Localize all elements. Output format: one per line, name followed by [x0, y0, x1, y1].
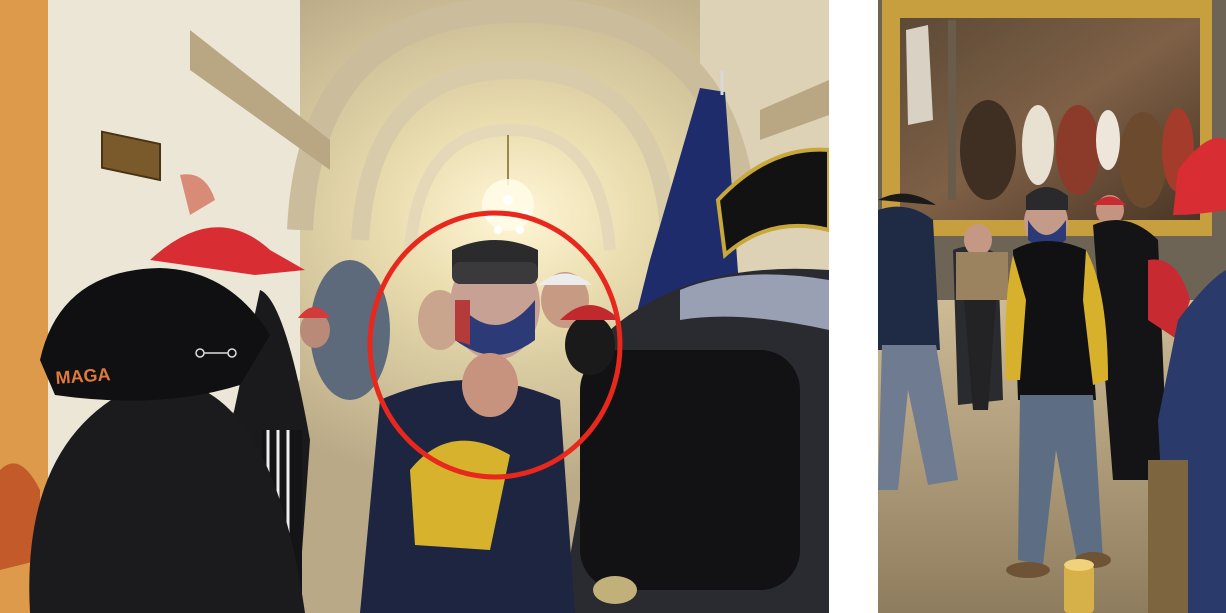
right-photo: [878, 0, 1226, 613]
left-photo-scene: MAGA: [0, 0, 829, 613]
brass-stanchion: [1064, 559, 1094, 613]
left-photo: MAGA: [0, 0, 829, 613]
right-photo-scene: [878, 0, 1226, 613]
maga-cap-text: MAGA: [55, 364, 111, 388]
